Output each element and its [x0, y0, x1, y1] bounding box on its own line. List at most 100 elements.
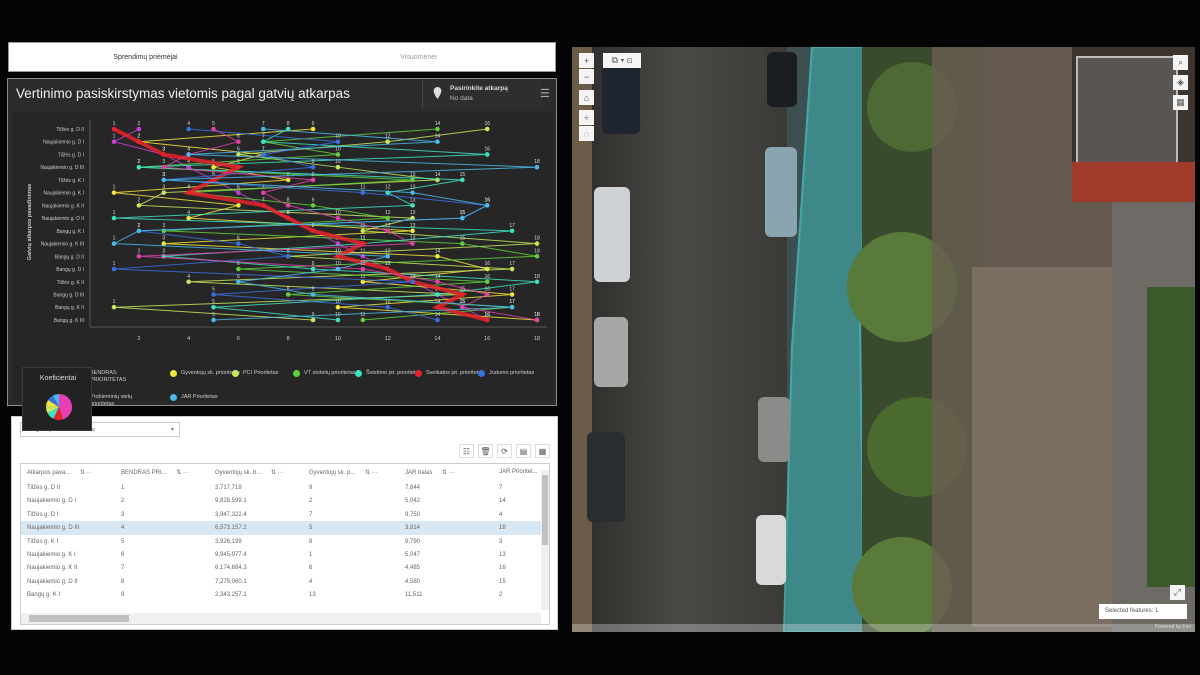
data-point[interactable]: [161, 190, 167, 195]
layers-icon[interactable]: ◈: [1173, 75, 1188, 90]
data-point[interactable]: [460, 241, 465, 246]
column-header[interactable]: Gyventojų sk. p... ⇅ ···: [309, 464, 378, 480]
fullscreen-icon[interactable]: ⤢: [1170, 585, 1185, 600]
table-row[interactable]: Naujakiemio g. K I 6 9,945,977.4 1 5,047 13: [21, 548, 541, 561]
legend-item[interactable]: PCI Prioritetas: [232, 370, 302, 377]
data-point[interactable]: [435, 317, 440, 323]
clear-selection-icon[interactable]: 🗑: [478, 444, 493, 458]
scroll-thumb[interactable]: [29, 615, 129, 622]
data-point[interactable]: [335, 215, 341, 221]
data-point[interactable]: [285, 215, 291, 221]
data-point[interactable]: [335, 266, 341, 272]
data-point[interactable]: [460, 215, 465, 221]
table-row[interactable]: Naujakiemio g. D I 2 9,828,599.1 2 5,042 14: [21, 494, 541, 507]
zoom-in-button[interactable]: +: [579, 53, 594, 68]
data-point[interactable]: [360, 190, 366, 195]
data-point[interactable]: [211, 304, 216, 310]
data-point[interactable]: [509, 228, 515, 234]
data-point[interactable]: [435, 177, 440, 183]
compass-icon[interactable]: ÷: [579, 110, 594, 125]
data-point[interactable]: [534, 164, 540, 170]
data-point[interactable]: [435, 126, 440, 132]
data-point[interactable]: [260, 126, 266, 132]
data-point[interactable]: [236, 279, 241, 285]
data-point[interactable]: [385, 254, 391, 259]
data-point[interactable]: [310, 266, 316, 272]
data-point[interactable]: [285, 254, 291, 259]
data-point[interactable]: [360, 266, 366, 272]
data-point[interactable]: [310, 126, 316, 132]
legend-item[interactable]: Sveikatos įst. prioritetas: [415, 370, 485, 377]
zoom-to-selection-icon[interactable]: ▤: [516, 444, 531, 458]
selected-features-badge[interactable]: Selected features: 1: [1099, 604, 1187, 619]
data-point[interactable]: [111, 190, 117, 195]
data-point[interactable]: [236, 164, 241, 170]
data-point[interactable]: [310, 228, 316, 234]
legend-item[interactable]: Probleminių vietų prioritetas: [90, 394, 150, 408]
column-menu-icon[interactable]: ⇅ ···: [78, 470, 93, 476]
data-point[interactable]: [435, 139, 440, 145]
column-menu-icon[interactable]: ⇅ ···: [175, 470, 189, 476]
refresh-icon[interactable]: ⟳: [497, 444, 512, 458]
data-point[interactable]: [111, 266, 117, 272]
basemap-gallery-icon[interactable]: ▦: [1173, 95, 1188, 110]
data-point[interactable]: [161, 228, 167, 234]
show-selection-icon[interactable]: ☷: [459, 444, 474, 458]
data-point[interactable]: [460, 177, 465, 183]
legend-item[interactable]: Judumo prioritetas: [478, 370, 548, 377]
data-point[interactable]: [410, 203, 415, 208]
legend-item[interactable]: JAR Prioritetas: [170, 394, 240, 401]
data-point[interactable]: [460, 292, 465, 297]
data-point[interactable]: [136, 126, 142, 132]
data-point[interactable]: [410, 279, 415, 285]
data-point[interactable]: [186, 279, 191, 285]
search-icon[interactable]: ⌕: [1173, 55, 1188, 70]
data-point[interactable]: [211, 317, 216, 323]
data-point[interactable]: [484, 152, 490, 157]
data-point[interactable]: [186, 126, 191, 132]
data-point[interactable]: [136, 254, 142, 259]
data-point[interactable]: [136, 139, 142, 145]
data-point[interactable]: [360, 317, 366, 323]
data-point[interactable]: [534, 317, 540, 323]
data-point[interactable]: [186, 215, 191, 221]
data-point[interactable]: [335, 254, 341, 259]
data-point[interactable]: [484, 203, 490, 208]
table-row[interactable]: Naujakiemio g. D III 4 6,573,157.2 5 3,814 18: [21, 521, 541, 535]
data-point[interactable]: [385, 215, 391, 221]
table-row[interactable]: Naujakiemio g. D II 8 7,275,060.1 4 4,580 15: [21, 575, 541, 588]
table-row[interactable]: Tilžės g. D I 3 3,947,322.4 7 9,750 4: [21, 508, 541, 521]
table-row[interactable]: Tilžės g. D II 1 3,717,719 9 7,644 7: [21, 481, 541, 494]
column-header[interactable]: JAR balas ⇅ ···: [405, 464, 455, 480]
table-row[interactable]: Tilžės g. K I 5 3,926,199 8 9,790 3: [21, 535, 541, 548]
data-point[interactable]: [285, 292, 291, 297]
data-point[interactable]: [335, 317, 341, 323]
data-point[interactable]: [484, 126, 490, 132]
data-point[interactable]: [236, 190, 241, 195]
data-point[interactable]: [310, 203, 316, 208]
column-header[interactable]: Gyventojų sk. b... ⇅ ···: [215, 464, 284, 480]
data-point[interactable]: [484, 279, 490, 285]
data-point[interactable]: [161, 152, 167, 157]
data-point[interactable]: [335, 152, 341, 157]
data-point[interactable]: [136, 228, 142, 234]
data-point[interactable]: [534, 254, 540, 259]
locate-icon[interactable]: ◌: [579, 126, 594, 141]
columns-icon[interactable]: ▦: [535, 444, 550, 458]
data-point[interactable]: [484, 292, 490, 297]
data-point[interactable]: [161, 177, 167, 183]
data-point[interactable]: [410, 241, 415, 246]
data-point[interactable]: [509, 266, 515, 272]
data-point[interactable]: [360, 241, 366, 246]
data-point[interactable]: [335, 164, 341, 170]
data-point[interactable]: [111, 126, 117, 132]
column-menu-icon[interactable]: ⇅ ···: [363, 470, 378, 476]
data-point[interactable]: [136, 164, 142, 170]
data-point[interactable]: [260, 203, 266, 208]
map-view[interactable]: + − ⌂ ÷ ◌ ⧉ ▾ ⊡ ⌕ ◈ ▦ ⤢ Selected feature…: [572, 47, 1195, 632]
data-point[interactable]: [260, 139, 266, 145]
data-point[interactable]: [161, 241, 167, 246]
data-point[interactable]: [236, 139, 241, 145]
data-point[interactable]: [310, 292, 316, 297]
data-point[interactable]: [335, 304, 341, 310]
